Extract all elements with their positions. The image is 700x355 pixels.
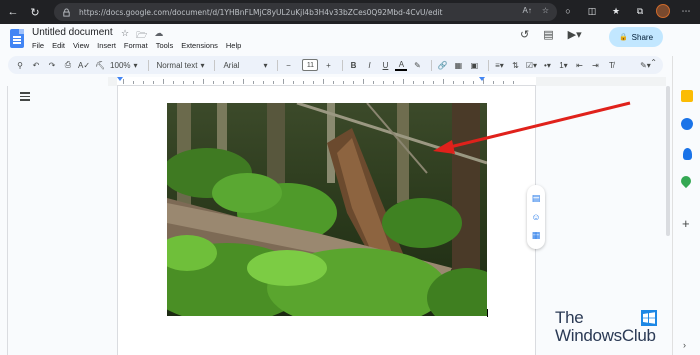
watermark-line2: WindowsClub [555, 326, 656, 345]
keep-icon[interactable] [681, 90, 693, 102]
annotation-arrow [433, 101, 631, 154]
watermark-line1: The [555, 308, 584, 327]
emoji-reaction-icon[interactable]: ☺ [531, 211, 542, 222]
add-addon-icon[interactable]: + [682, 216, 690, 231]
suggest-edits-icon[interactable]: ▦ [531, 230, 542, 241]
contacts-icon[interactable] [683, 148, 692, 160]
windowsclub-watermark: The WindowsClub [555, 308, 665, 348]
maps-icon[interactable] [678, 173, 694, 189]
floating-action-bar: ▤ ☺ ▦ [527, 185, 545, 249]
tasks-icon[interactable] [681, 118, 693, 130]
side-panel: + › [672, 56, 700, 355]
add-comment-icon[interactable]: ▤ [531, 193, 542, 204]
windows-logo-icon [641, 310, 657, 326]
collapse-panel-icon[interactable]: › [683, 340, 686, 350]
document-scrollbar[interactable] [666, 86, 670, 236]
